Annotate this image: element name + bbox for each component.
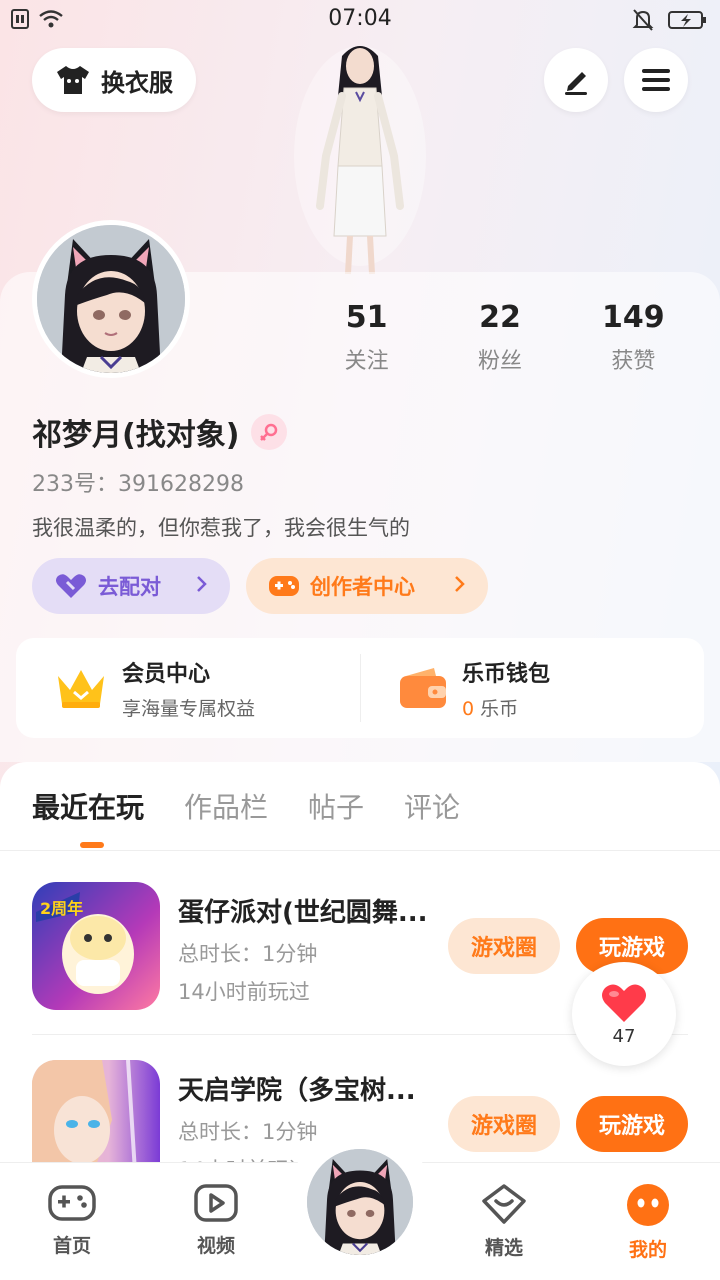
nav-home[interactable]: 首页 bbox=[22, 1183, 122, 1258]
profile-avatar[interactable] bbox=[32, 220, 190, 378]
stat-fans-value: 22 bbox=[479, 300, 521, 335]
wallet-amount: 0 bbox=[462, 697, 475, 720]
crown-icon bbox=[58, 670, 104, 708]
status-bar: 07:04 bbox=[0, 0, 720, 40]
tshirt-icon bbox=[57, 66, 89, 94]
profile-stats: 51 关注 22 粉丝 149 获赞 bbox=[300, 300, 700, 375]
username-row: 祁梦月(找对象) bbox=[32, 410, 288, 454]
gamepad-creator-icon bbox=[269, 576, 299, 596]
clock: 07:04 bbox=[328, 6, 392, 31]
heart-match-icon bbox=[56, 574, 86, 598]
wallet-title: 乐币钱包 bbox=[462, 661, 551, 687]
game-duration: 总时长：1分钟 bbox=[178, 942, 318, 966]
wallet-unit: 乐币 bbox=[480, 697, 519, 720]
change-outfit-label: 换衣服 bbox=[101, 68, 173, 97]
game-icon-eggy-party[interactable]: 2周年 bbox=[32, 882, 160, 1010]
stat-likes-value: 149 bbox=[602, 300, 665, 335]
game-badge: 2周年 bbox=[40, 899, 83, 918]
battery-icon bbox=[668, 11, 706, 29]
stat-fans[interactable]: 22 粉丝 bbox=[433, 300, 566, 375]
gamepad-icon bbox=[48, 1185, 96, 1221]
tab-posts[interactable]: 帖子 bbox=[308, 786, 364, 826]
heart-icon bbox=[602, 984, 646, 1022]
edit-pen-icon bbox=[565, 72, 587, 95]
game-circle-button[interactable]: 游戏圈 bbox=[448, 918, 560, 974]
change-outfit-button[interactable]: 换衣服 bbox=[32, 48, 196, 112]
wallet-entry[interactable]: 乐币钱包 0 乐币 bbox=[360, 638, 704, 738]
game-duration: 总时长：1分钟 bbox=[178, 1120, 318, 1144]
nav-mine[interactable]: 我的 bbox=[598, 1183, 698, 1262]
nav-center-avatar[interactable] bbox=[304, 1146, 416, 1258]
female-gender-icon bbox=[251, 414, 288, 450]
stat-following[interactable]: 51 关注 bbox=[300, 300, 433, 375]
creator-center-button[interactable]: 创作者中心 bbox=[246, 558, 488, 614]
stat-following-value: 51 bbox=[345, 300, 388, 335]
nav-video[interactable]: 视频 bbox=[166, 1183, 266, 1258]
member-center-title: 会员中心 bbox=[122, 661, 211, 687]
bell-muted-icon bbox=[632, 9, 654, 31]
stat-fans-label: 粉丝 bbox=[477, 349, 522, 374]
tab-comments[interactable]: 评论 bbox=[404, 786, 460, 826]
avatar-3d-figure[interactable] bbox=[290, 36, 430, 276]
nav-featured-label: 精选 bbox=[484, 1237, 523, 1259]
member-center-subtitle: 享海量专属权益 bbox=[122, 697, 256, 720]
menu-button[interactable] bbox=[624, 48, 688, 112]
play-game-button[interactable]: 玩游戏 bbox=[576, 1096, 688, 1152]
hamburger-menu-icon bbox=[642, 69, 670, 91]
chevron-right-icon bbox=[454, 574, 466, 598]
divider bbox=[0, 850, 720, 851]
member-center-entry[interactable]: 会员中心 享海量专属权益 bbox=[16, 638, 360, 738]
tab-works[interactable]: 作品栏 bbox=[184, 786, 268, 826]
nav-video-label: 视频 bbox=[196, 1235, 235, 1257]
profile-tabs: 最近在玩 作品栏 帖子 评论 bbox=[32, 786, 460, 848]
game-name: 蛋仔派对(世纪圆舞... bbox=[178, 898, 428, 928]
wallet-balance: 0 乐币 bbox=[462, 694, 550, 721]
edit-profile-button[interactable] bbox=[544, 48, 608, 112]
video-icon bbox=[194, 1184, 238, 1222]
user-id[interactable]: 233号：391628298 bbox=[32, 466, 244, 498]
match-label: 去配对 bbox=[98, 575, 161, 599]
nav-mine-label: 我的 bbox=[628, 1239, 667, 1261]
stat-following-label: 关注 bbox=[344, 349, 389, 374]
featured-icon bbox=[482, 1184, 526, 1224]
vip-wallet-card: 会员中心 享海量专属权益 乐币钱包 0 乐币 bbox=[16, 638, 704, 738]
nav-home-label: 首页 bbox=[52, 1235, 91, 1257]
chevron-right-icon bbox=[196, 574, 208, 598]
game-last-played: 14小时前玩过 bbox=[178, 980, 310, 1004]
game-circle-button[interactable]: 游戏圈 bbox=[448, 1096, 560, 1152]
username: 祁梦月(找对象) bbox=[32, 418, 240, 453]
stat-likes-label: 获赞 bbox=[611, 349, 656, 374]
user-bio: 我很温柔的，但你惹我了，我会很生气的 bbox=[32, 516, 410, 540]
profile-face-icon bbox=[627, 1184, 669, 1226]
game-name: 天启学院（多宝树... bbox=[178, 1076, 416, 1106]
creator-center-label: 创作者中心 bbox=[310, 575, 415, 599]
nav-featured[interactable]: 精选 bbox=[454, 1183, 554, 1260]
like-count: 47 bbox=[612, 1025, 636, 1047]
match-button[interactable]: 去配对 bbox=[32, 558, 230, 614]
stat-likes[interactable]: 149 获赞 bbox=[567, 300, 700, 375]
like-button[interactable]: 47 bbox=[572, 962, 676, 1066]
tab-recently-played[interactable]: 最近在玩 bbox=[32, 786, 144, 848]
wallet-icon bbox=[400, 668, 446, 708]
